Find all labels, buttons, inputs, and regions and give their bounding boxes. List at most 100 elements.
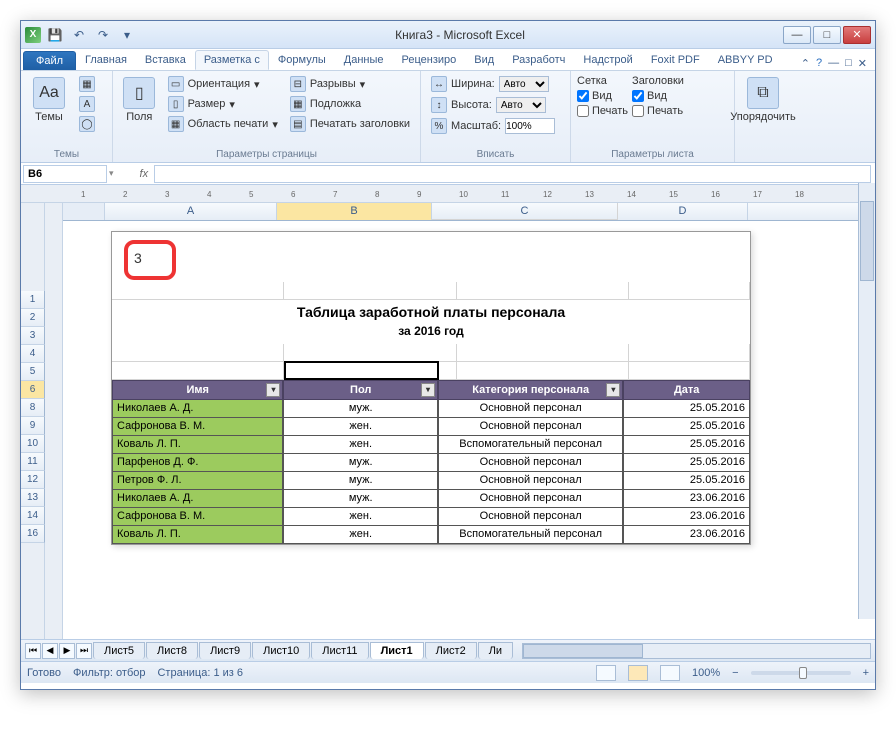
doc-restore-icon[interactable]: □ — [845, 57, 852, 70]
page-header-area[interactable]: 3 — [112, 232, 750, 282]
tab-data[interactable]: Данные — [335, 50, 393, 70]
filter-icon[interactable]: ▾ — [421, 383, 435, 397]
maximize-button[interactable]: □ — [813, 26, 841, 44]
arrange-button[interactable]: ⧉Упорядочить — [741, 75, 785, 158]
doc-close-icon[interactable]: ✕ — [858, 57, 867, 70]
cell-gender[interactable]: муж. — [283, 490, 438, 508]
ribbon-minimize-icon[interactable]: ⌃ — [801, 57, 810, 70]
fonts-button[interactable]: A — [75, 95, 99, 113]
row-header[interactable]: 10 — [21, 435, 45, 453]
table-row[interactable]: Парфенов Д. Ф.муж.Основной персонал25.05… — [112, 454, 750, 472]
grid-print-checkbox[interactable]: Печать — [577, 105, 628, 117]
cell-date[interactable]: 25.05.2016 — [623, 418, 750, 436]
table-row[interactable]: Петров Ф. Л.муж.Основной персонал25.05.2… — [112, 472, 750, 490]
file-tab[interactable]: Файл — [23, 51, 76, 70]
table-row[interactable]: Коваль Л. П.жен.Вспомогательный персонал… — [112, 436, 750, 454]
tab-formulas[interactable]: Формулы — [269, 50, 335, 70]
cell-category[interactable]: Вспомогательный персонал — [438, 436, 623, 454]
tab-nav-prev-icon[interactable]: ◀ — [42, 643, 58, 659]
tab-insert[interactable]: Вставка — [136, 50, 195, 70]
col-header-a[interactable]: A — [105, 203, 277, 220]
cell-name[interactable]: Коваль Л. П. — [112, 526, 283, 544]
close-button[interactable]: ✕ — [843, 26, 871, 44]
qat-redo-icon[interactable]: ↷ — [93, 25, 113, 45]
cell-gender[interactable]: жен. — [283, 526, 438, 544]
cell-name[interactable]: Николаев А. Д. — [112, 400, 283, 418]
view-page-break-button[interactable] — [660, 665, 680, 681]
head-view-checkbox[interactable]: Вид — [632, 90, 684, 102]
cell-date[interactable]: 23.06.2016 — [623, 508, 750, 526]
size-button[interactable]: ▯Размер ▾ — [164, 95, 282, 113]
cell-name[interactable]: Николаев А. Д. — [112, 490, 283, 508]
row-header[interactable]: 3 — [21, 327, 45, 345]
margins-button[interactable]: ▯Поля — [119, 75, 160, 147]
filter-icon[interactable]: ▾ — [606, 383, 620, 397]
row-header[interactable]: 8 — [21, 399, 45, 417]
formula-input[interactable] — [154, 165, 871, 183]
fx-icon[interactable]: fx — [134, 168, 155, 180]
cell-name[interactable]: Сафронова В. М. — [112, 418, 283, 436]
cell-date[interactable]: 25.05.2016 — [623, 436, 750, 454]
height-select[interactable]: Авто — [496, 97, 546, 113]
row-header[interactable]: 9 — [21, 417, 45, 435]
col-header-c[interactable]: C — [432, 203, 618, 220]
tab-addins[interactable]: Надстрой — [574, 50, 641, 70]
row-header[interactable]: 2 — [21, 309, 45, 327]
zoom-thumb[interactable] — [799, 667, 807, 679]
cell-date[interactable]: 25.05.2016 — [623, 400, 750, 418]
select-all-corner[interactable] — [63, 203, 105, 220]
row-header[interactable]: 14 — [21, 507, 45, 525]
scale-input[interactable] — [505, 118, 555, 134]
row-header[interactable]: 12 — [21, 471, 45, 489]
cell-date[interactable]: 25.05.2016 — [623, 454, 750, 472]
cell-category[interactable]: Основной персонал — [438, 400, 623, 418]
colors-button[interactable]: ▦ — [75, 75, 99, 93]
zoom-slider[interactable] — [751, 671, 851, 675]
minimize-button[interactable]: — — [783, 26, 811, 44]
row-header[interactable]: 5 — [21, 363, 45, 381]
sheet-tab[interactable]: Лист9 — [199, 642, 251, 659]
head-print-checkbox[interactable]: Печать — [632, 105, 684, 117]
row-header[interactable]: 1 — [21, 291, 45, 309]
cell-name[interactable]: Парфенов Д. Ф. — [112, 454, 283, 472]
th-category[interactable]: Категория персонала▾ — [438, 380, 623, 400]
tab-review[interactable]: Рецензиро — [393, 50, 466, 70]
cell-gender[interactable]: жен. — [283, 418, 438, 436]
zoom-in-button[interactable]: + — [863, 667, 869, 679]
effects-button[interactable]: ◯ — [75, 115, 99, 133]
table-row[interactable]: Николаев А. Д.муж.Основной персонал23.06… — [112, 490, 750, 508]
view-normal-button[interactable] — [596, 665, 616, 681]
background-button[interactable]: ▦Подложка — [286, 95, 414, 113]
th-name[interactable]: Имя▾ — [112, 380, 283, 400]
row-header[interactable]: 13 — [21, 489, 45, 507]
cell-name[interactable]: Петров Ф. Л. — [112, 472, 283, 490]
table-row[interactable]: Коваль Л. П.жен.Вспомогательный персонал… — [112, 526, 750, 544]
cell-date[interactable]: 23.06.2016 — [623, 526, 750, 544]
cell-category[interactable]: Основной персонал — [438, 454, 623, 472]
tab-nav-next-icon[interactable]: ▶ — [59, 643, 75, 659]
tab-nav-last-icon[interactable]: ⏭ — [76, 643, 92, 659]
table-row[interactable]: Сафронова В. М.жен.Основной персонал25.0… — [112, 418, 750, 436]
col-header-d[interactable]: D — [618, 203, 748, 220]
qat-save-icon[interactable]: 💾 — [45, 25, 65, 45]
tab-foxit[interactable]: Foxit PDF — [642, 50, 709, 70]
cell-category[interactable]: Основной персонал — [438, 472, 623, 490]
row-header[interactable]: 4 — [21, 345, 45, 363]
row-header[interactable]: 6 — [21, 381, 45, 399]
vertical-scrollbar[interactable] — [858, 183, 875, 619]
help-icon[interactable]: ? — [816, 57, 822, 70]
cell-gender[interactable]: жен. — [283, 436, 438, 454]
horizontal-scrollbar[interactable] — [522, 643, 871, 659]
tab-developer[interactable]: Разработч — [503, 50, 574, 70]
print-area-button[interactable]: ▦Область печати ▾ — [164, 115, 282, 133]
tab-abbyy[interactable]: ABBYY PD — [709, 50, 782, 70]
sheet-tab[interactable]: Лист11 — [311, 642, 368, 659]
tab-nav-first-icon[interactable]: ⏮ — [25, 643, 41, 659]
print-titles-button[interactable]: ▤Печатать заголовки — [286, 115, 414, 133]
doc-minimize-icon[interactable]: — — [828, 57, 839, 70]
table-row[interactable]: Николаев А. Д.муж.Основной персонал25.05… — [112, 400, 750, 418]
th-date[interactable]: Дата — [623, 380, 750, 400]
cell-category[interactable]: Основной персонал — [438, 490, 623, 508]
scrollbar-thumb[interactable] — [860, 201, 874, 281]
tab-home[interactable]: Главная — [76, 50, 136, 70]
